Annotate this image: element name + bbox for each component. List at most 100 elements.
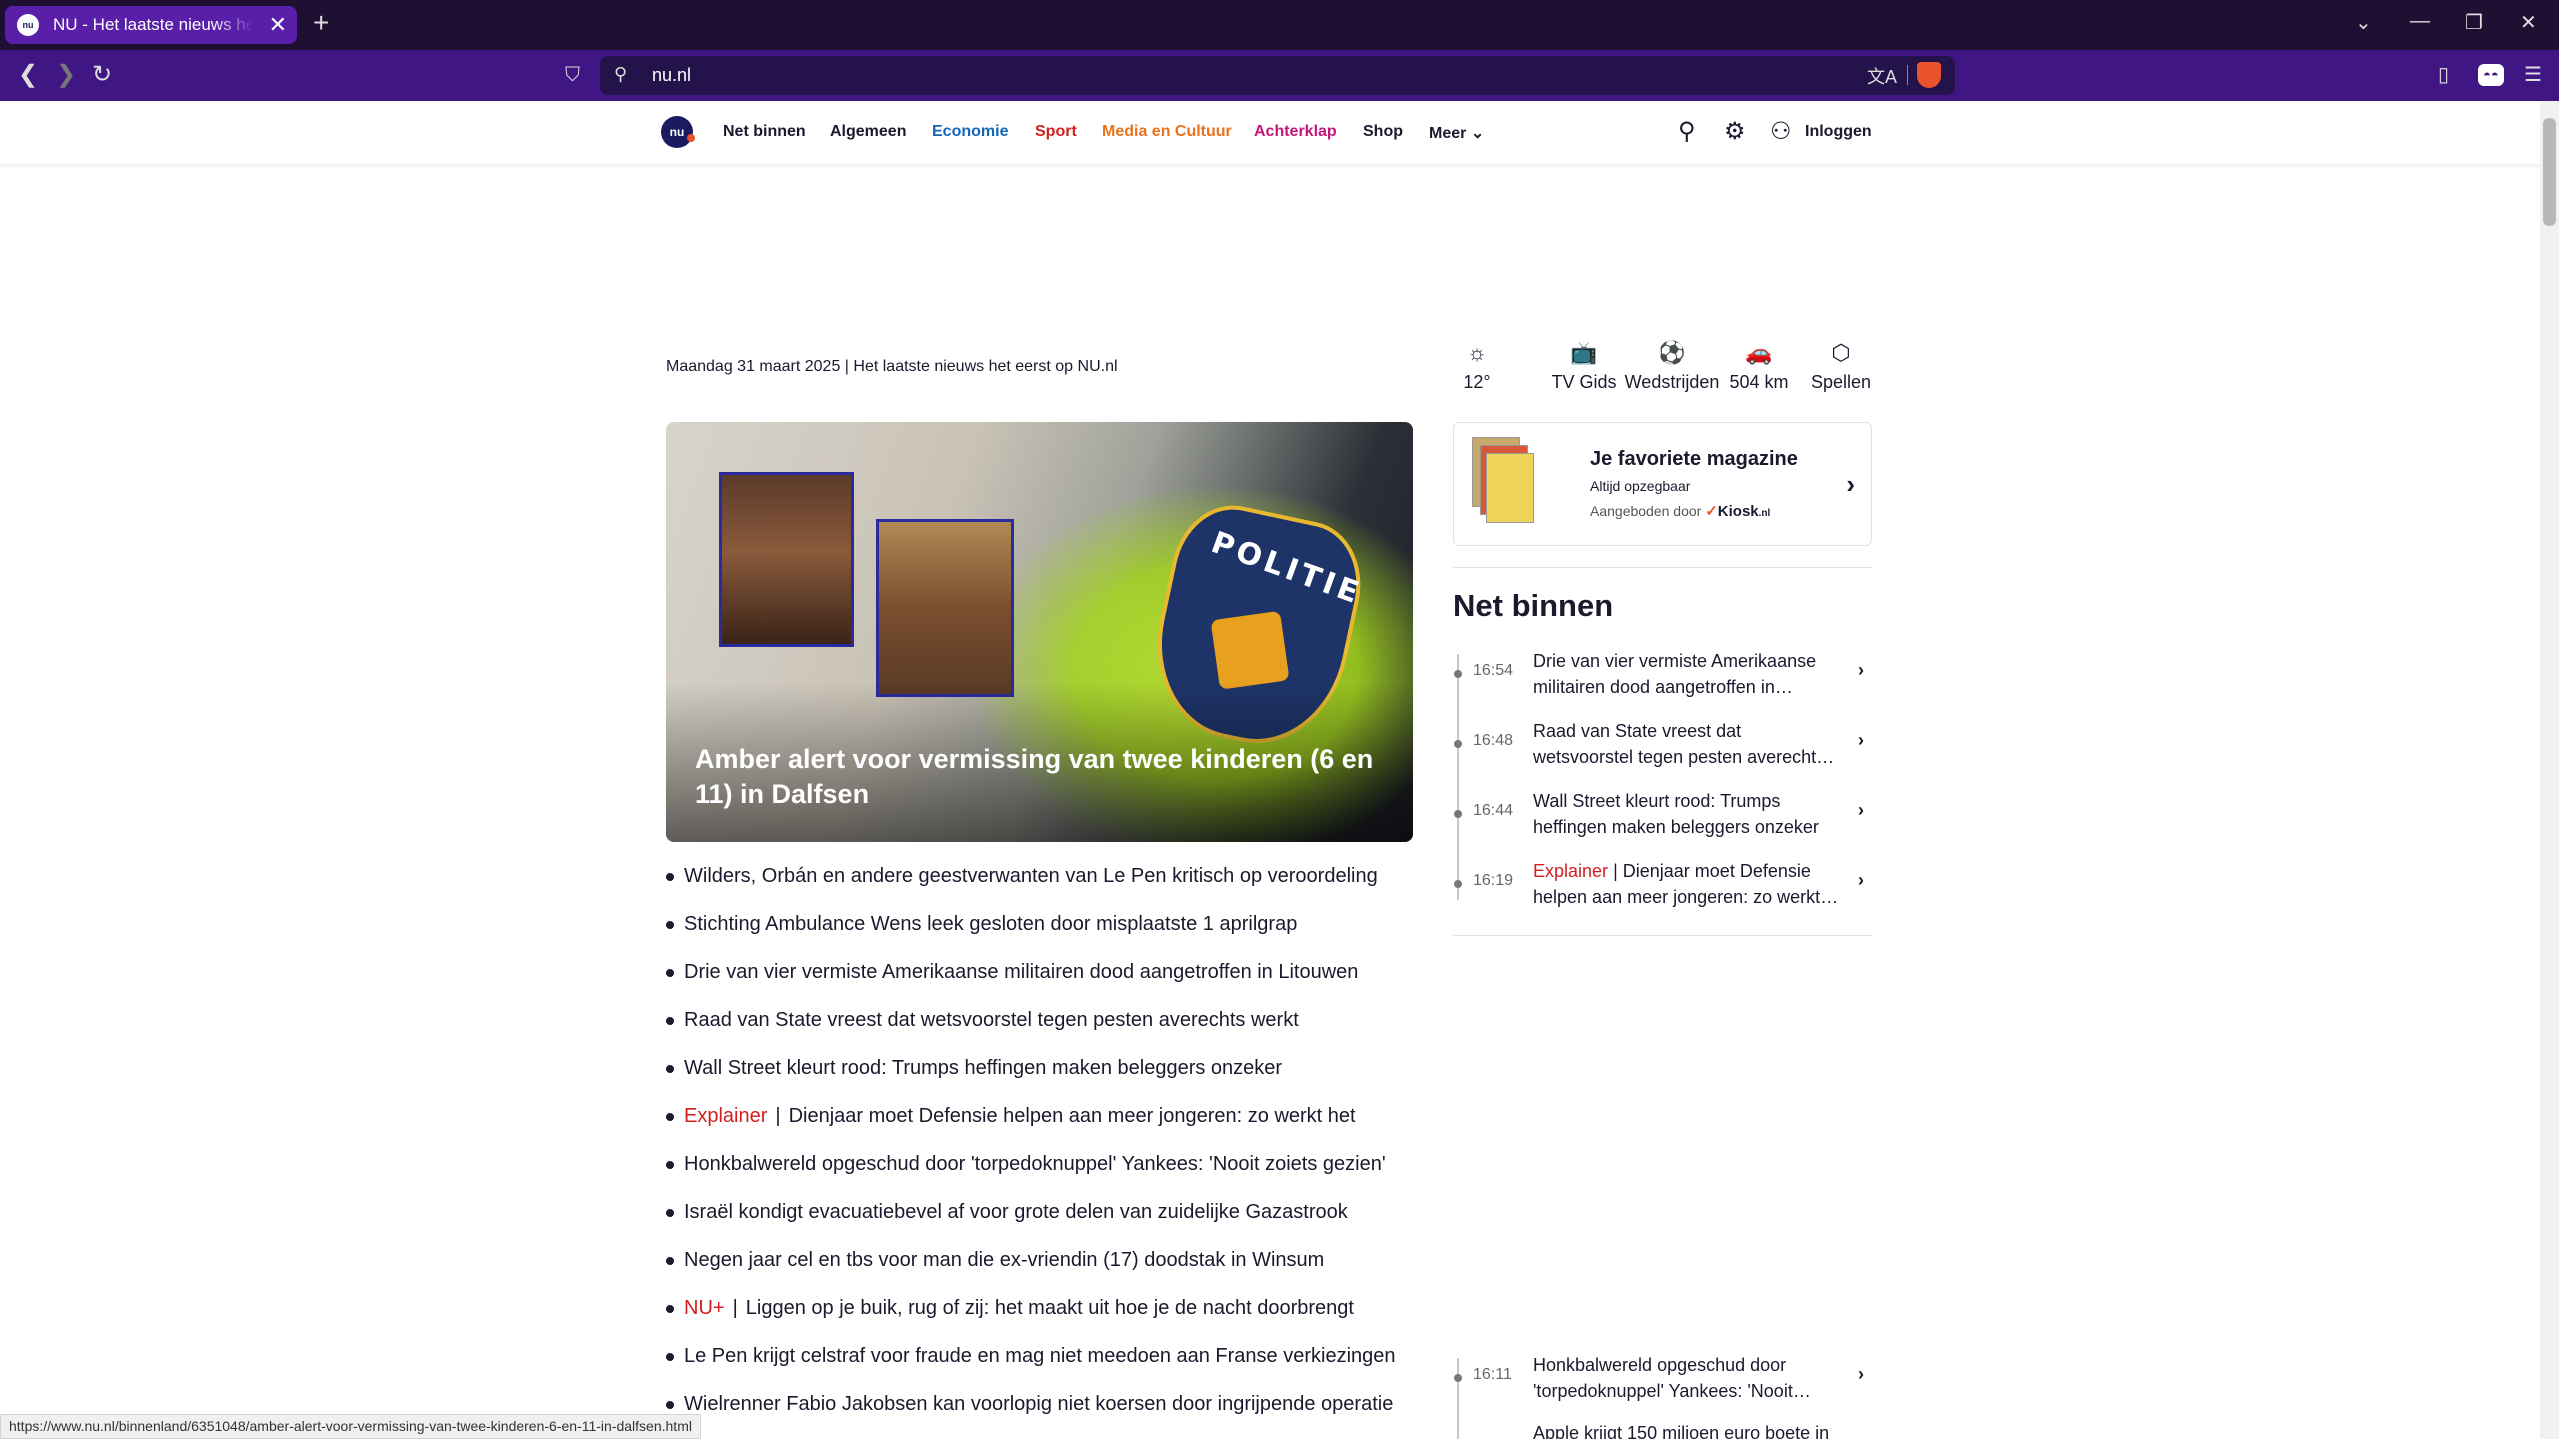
item-headline[interactable]: Apple krijgt 150 miljoen euro boete in F…	[1533, 1420, 1843, 1439]
football-icon: ⚽	[1658, 340, 1686, 365]
search-icon[interactable]: ⚲	[1678, 117, 1696, 146]
login-link[interactable]: Inloggen	[1805, 123, 1872, 141]
headline-item[interactable]: Negen jaar cel en tbs voor man die ex-vr…	[666, 1242, 1426, 1290]
headline-text[interactable]: Le Pen krijgt celstraf voor fraude en ma…	[684, 1345, 1396, 1367]
chevron-right-icon: ›	[1858, 870, 1864, 890]
window-close-icon[interactable]: ✕	[2520, 10, 2537, 35]
item-headline[interactable]: Wall Street kleurt rood: Trumps heffinge…	[1533, 788, 1843, 840]
nav-economie[interactable]: Economie	[932, 123, 1008, 141]
item-headline[interactable]: Explainer | Dienjaar moet Defensie helpe…	[1533, 858, 1843, 910]
nav-sport[interactable]: Sport	[1035, 123, 1077, 141]
tab-title: NU - Het laatste nieuws het eerst op NU.…	[53, 15, 253, 34]
headline-text[interactable]: Stichting Ambulance Wens leek gesloten d…	[684, 913, 1297, 935]
brave-shield-icon[interactable]	[1917, 62, 1941, 88]
chevron-right-icon: ›	[1858, 730, 1864, 750]
item-headline[interactable]: Honkbalwereld opgeschud door 'torpedoknu…	[1533, 1352, 1843, 1404]
headline-text[interactable]: Honkbalwereld opgeschud door 'torpedoknu…	[684, 1153, 1386, 1175]
net-binnen-item[interactable]: 16:19 Explainer | Dienjaar moet Defensie…	[1453, 850, 1872, 918]
kiosk-magazine-promo[interactable]: Je favoriete magazine Altijd opzegbaar A…	[1453, 422, 1872, 546]
headline-item[interactable]: Le Pen krijgt celstraf voor fraude en ma…	[666, 1338, 1426, 1386]
hero-article[interactable]: POLITIE Amber alert voor vermissing van …	[666, 422, 1413, 842]
nav-achterklap[interactable]: Achterklap	[1254, 123, 1337, 141]
url-text[interactable]: nu.nl	[652, 65, 691, 86]
kiosk-offered-by-label: Aangeboden door	[1590, 503, 1702, 519]
restore-icon[interactable]: ❐	[2465, 10, 2483, 35]
divider	[1453, 935, 1872, 936]
site-settings-icon[interactable]: ⚲	[614, 64, 627, 85]
headline-text[interactable]: Raad van State vreest dat wetsvoorstel t…	[684, 1009, 1299, 1031]
headline-text[interactable]: Wielrenner Fabio Jakobsen kan voorlopig …	[684, 1393, 1393, 1415]
headline-text[interactable]: Liggen op je buik, rug of zij: het maakt…	[746, 1297, 1354, 1319]
divider	[1453, 567, 1872, 568]
widget-weather[interactable]: ☼ 12°	[1452, 338, 1502, 393]
service-widgets: ☼ 12° 📺 TV Gids ⚽ Wedstrijden 🚗 504 km ⬡…	[1452, 338, 1872, 404]
headline-item[interactable]: Stichting Ambulance Wens leek gesloten d…	[666, 906, 1426, 954]
tag-separator: |	[732, 1297, 738, 1319]
item-time: 16:11	[1473, 1366, 1512, 1383]
nav-algemeen[interactable]: Algemeen	[830, 123, 906, 141]
user-icon[interactable]: ⚇	[1770, 117, 1792, 146]
reader-mode-icon[interactable]: ◓◓	[2478, 64, 2504, 86]
kiosk-offered-by: Aangeboden door ✓Kiosk.nl	[1590, 502, 1770, 520]
widget-wedstrijden[interactable]: ⚽ Wedstrijden	[1622, 338, 1722, 393]
headline-item[interactable]: Drie van vier vermiste Amerikaanse milit…	[666, 954, 1426, 1002]
widget-spellen[interactable]: ⬡ Spellen	[1806, 338, 1876, 393]
translate-icon[interactable]: 文A	[1867, 63, 1897, 89]
timeline-dot	[1454, 1374, 1462, 1382]
close-tab-icon[interactable]: ✕	[269, 12, 287, 38]
nav-shop[interactable]: Shop	[1363, 123, 1403, 141]
headline-item[interactable]: Explainer | Dienjaar moet Defensie helpen …	[666, 1098, 1426, 1146]
headline-item[interactable]: Israël kondigt evacuatiebevel af voor gr…	[666, 1194, 1426, 1242]
widget-tv-gids[interactable]: 📺 TV Gids	[1544, 338, 1624, 393]
hero-headline[interactable]: Amber alert voor vermissing van twee kin…	[695, 742, 1385, 812]
chevron-right-icon: ›	[1846, 469, 1855, 499]
headline-tag: NU+	[684, 1297, 725, 1319]
headline-list: Wilders, Orbán en andere geestverwanten …	[666, 858, 1426, 1434]
net-binnen-item[interactable]: 16:48 Raad van State vreest dat wetsvoor…	[1453, 710, 1872, 778]
net-binnen-item[interactable]: 16:11 Honkbalwereld opgeschud door 'torp…	[1453, 1344, 1872, 1412]
net-binnen-heading: Net binnen	[1453, 588, 1614, 623]
headline-item[interactable]: Honkbalwereld opgeschud door 'torpedoknu…	[666, 1146, 1426, 1194]
net-binnen-item[interactable]: Apple krijgt 150 miljoen euro boete in F…	[1453, 1414, 1872, 1439]
missing-child-photo-2	[876, 519, 1014, 697]
item-headline[interactable]: Drie van vier vermiste Amerikaanse milit…	[1533, 648, 1843, 700]
headline-text[interactable]: Wilders, Orbán en andere geestverwanten …	[684, 865, 1378, 887]
bookmark-icon[interactable]: ⛉	[565, 60, 580, 90]
browser-tab-active[interactable]: nu NU - Het laatste nieuws het eerst op …	[5, 6, 297, 44]
address-bar[interactable]: ⚲ nu.nl 文A	[600, 56, 1955, 95]
widget-label: TV Gids	[1551, 372, 1617, 392]
tv-icon: 📺	[1570, 340, 1598, 365]
new-tab-icon[interactable]: +	[313, 8, 329, 38]
headline-text[interactable]: Drie van vier vermiste Amerikaanse milit…	[684, 961, 1358, 983]
dateline: Maandag 31 maart 2025 | Het laatste nieu…	[666, 358, 1118, 375]
headline-text[interactable]: Dienjaar moet Defensie helpen aan meer j…	[789, 1105, 1356, 1127]
headline-item[interactable]: Wall Street kleurt rood: Trumps heffinge…	[666, 1050, 1426, 1098]
item-time: 16:19	[1473, 872, 1514, 889]
nav-media-en-cultuur[interactable]: Media en Cultuur	[1102, 123, 1232, 141]
headline-tag: Explainer	[684, 1105, 768, 1127]
minimize-icon[interactable]: —	[2410, 10, 2430, 33]
tab-search-chevron-icon[interactable]: ⌄	[2355, 10, 2372, 35]
item-headline[interactable]: Raad van State vreest dat wetsvoorstel t…	[1533, 718, 1843, 770]
headline-text[interactable]: Negen jaar cel en tbs voor man die ex-vr…	[684, 1249, 1324, 1271]
net-binnen-item[interactable]: 16:54 Drie van vier vermiste Amerikaanse…	[1453, 640, 1872, 708]
nav-net-binnen[interactable]: Net binnen	[723, 123, 806, 141]
headline-item[interactable]: Wilders, Orbán en andere geestverwanten …	[666, 858, 1426, 906]
scrollbar-thumb[interactable]	[2543, 118, 2556, 226]
menu-icon[interactable]: ☰	[2524, 60, 2542, 90]
settings-gear-icon[interactable]: ⚙	[1724, 117, 1746, 146]
headline-item[interactable]: Raad van State vreest dat wetsvoorstel t…	[666, 1002, 1426, 1050]
headline-text[interactable]: Wall Street kleurt rood: Trumps heffinge…	[684, 1057, 1282, 1079]
nu-logo[interactable]: nu	[661, 116, 695, 148]
net-binnen-item[interactable]: 16:44 Wall Street kleurt rood: Trumps he…	[1453, 780, 1872, 848]
widget-traffic[interactable]: 🚗 504 km	[1724, 338, 1794, 393]
forward-icon[interactable]: ❯	[56, 60, 76, 90]
back-icon[interactable]: ❮	[18, 60, 38, 90]
reload-icon[interactable]: ↻	[92, 60, 112, 90]
headline-text[interactable]: Israël kondigt evacuatiebevel af voor gr…	[684, 1201, 1348, 1223]
headline-item[interactable]: Wielrenner Fabio Jakobsen kan voorlopig …	[666, 1386, 1426, 1434]
headline-item[interactable]: NU+ | Liggen op je buik, rug of zij: het m…	[666, 1290, 1426, 1338]
sidebar-toggle-icon[interactable]: ▯	[2438, 60, 2449, 90]
page-scrollbar[interactable]	[2540, 101, 2559, 1439]
nav-meer[interactable]: Meer ⌄	[1429, 123, 1484, 143]
